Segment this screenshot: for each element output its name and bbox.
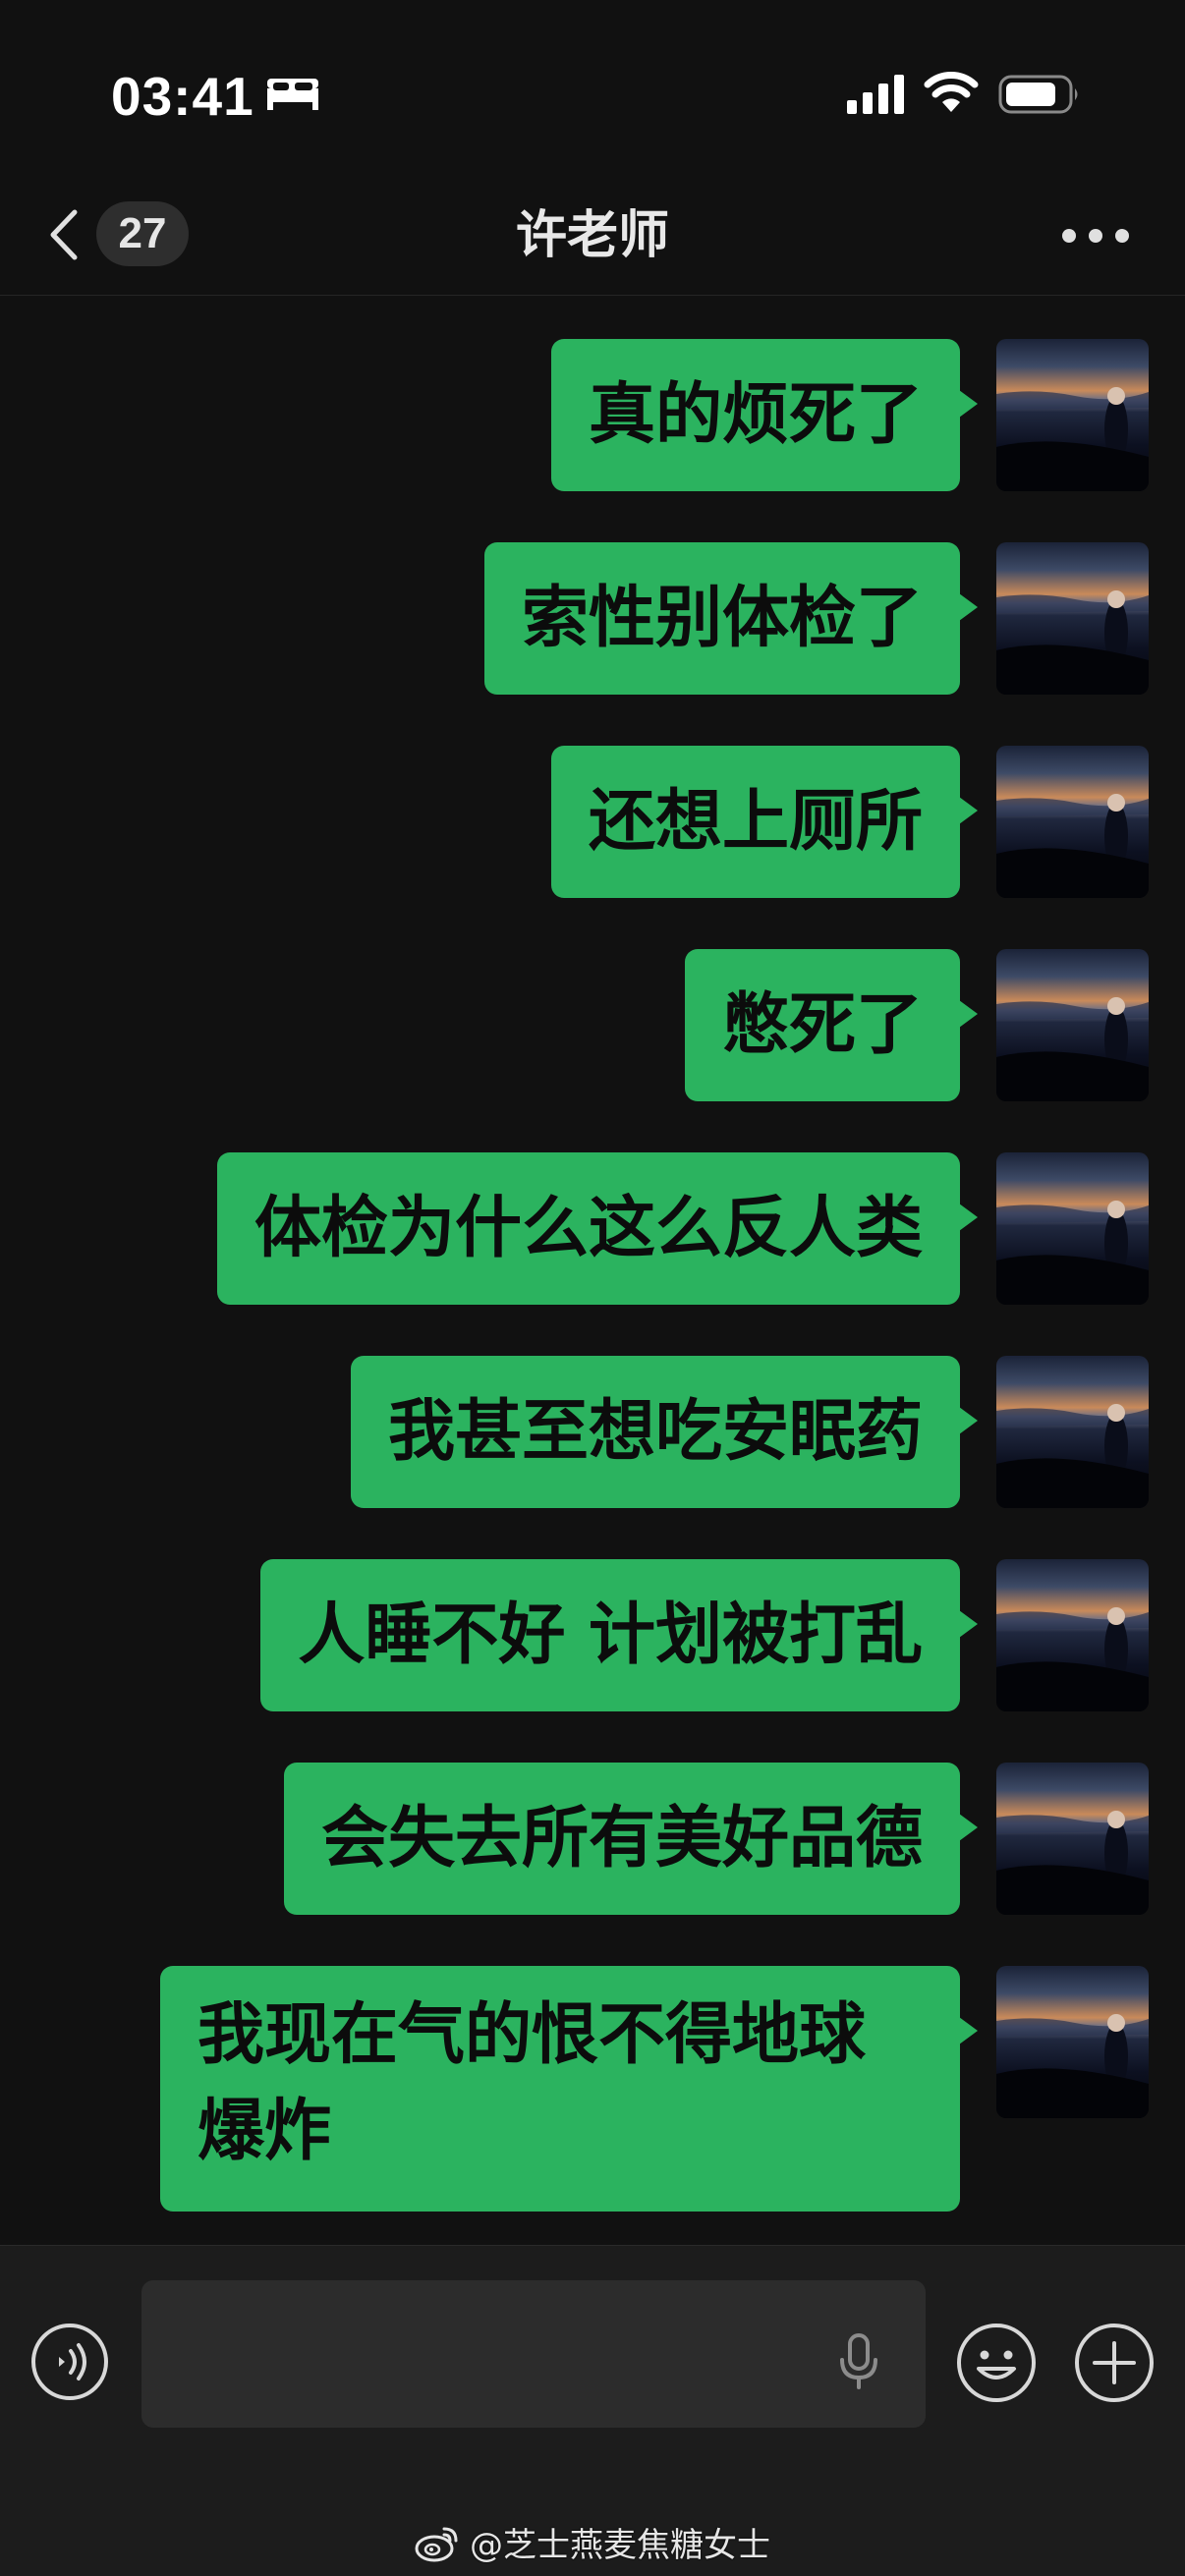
- message-bubble[interactable]: 索性别体检了: [483, 542, 979, 695]
- chat-screen: 03:41 许老师 27 真的烦死了 索性别体检了 还想上厕所 憋死了 体检为什…: [0, 0, 1185, 2576]
- bed-icon: [267, 79, 318, 110]
- back-button[interactable]: 27: [37, 195, 195, 273]
- message-row: 还想上厕所: [0, 746, 1185, 898]
- message-bubble[interactable]: 真的烦死了: [550, 339, 979, 491]
- chevron-left-icon: [50, 209, 78, 260]
- message-bubble[interactable]: 体检为什么这么反人类: [216, 1152, 979, 1305]
- avatar[interactable]: [996, 1559, 1149, 1711]
- message-list[interactable]: 真的烦死了 索性别体检了 还想上厕所 憋死了 体检为什么这么反人类 我甚至想吃安…: [0, 295, 1185, 2245]
- message-row: 会失去所有美好品德: [0, 1763, 1185, 1915]
- status-time: 03:41: [111, 66, 254, 127]
- emoji-button[interactable]: [955, 2322, 1038, 2404]
- more-options-button[interactable]: [1051, 204, 1140, 267]
- avatar[interactable]: [996, 542, 1149, 695]
- unread-count-badge: 27: [96, 201, 189, 266]
- avatar[interactable]: [996, 339, 1149, 491]
- battery-icon: [998, 75, 1078, 114]
- avatar[interactable]: [996, 1966, 1149, 2118]
- message-bubble[interactable]: 会失去所有美好品德: [283, 1763, 979, 1915]
- avatar[interactable]: [996, 1763, 1149, 1915]
- input-bar: [0, 2245, 1185, 2576]
- plus-circle-icon: [1075, 2324, 1154, 2402]
- message-row: 索性别体检了: [0, 542, 1185, 695]
- message-bubble[interactable]: 憋死了: [684, 949, 979, 1101]
- message-row: 我现在气的恨不得地球爆炸: [0, 1966, 1185, 2212]
- message-row: 真的烦死了: [0, 339, 1185, 491]
- message-bubble[interactable]: 我甚至想吃安眠药: [350, 1356, 979, 1508]
- message-row: 体检为什么这么反人类: [0, 1152, 1185, 1305]
- cellular-signal-icon: [847, 75, 904, 114]
- emoji-icon: [957, 2324, 1036, 2402]
- message-bubble[interactable]: 人睡不好 计划被打乱: [260, 1559, 978, 1711]
- voice-mode-icon: [31, 2324, 108, 2400]
- message-bubble[interactable]: 我现在气的恨不得地球爆炸: [160, 1966, 978, 2212]
- microphone-icon[interactable]: [837, 2332, 880, 2391]
- message-bubble[interactable]: 还想上厕所: [550, 746, 979, 898]
- avatar[interactable]: [996, 1152, 1149, 1305]
- avatar[interactable]: [996, 746, 1149, 898]
- message-input[interactable]: [141, 2280, 926, 2428]
- status-bar: 03:41: [0, 0, 1185, 177]
- wifi-icon: [924, 72, 979, 112]
- message-row: 憋死了: [0, 949, 1185, 1101]
- avatar[interactable]: [996, 949, 1149, 1101]
- message-row: 人睡不好 计划被打乱: [0, 1559, 1185, 1711]
- more-dots-icon: [1062, 229, 1129, 243]
- avatar[interactable]: [996, 1356, 1149, 1508]
- message-row: 我甚至想吃安眠药: [0, 1356, 1185, 1508]
- voice-mode-button[interactable]: [29, 2322, 110, 2402]
- chat-header: 许老师 27: [0, 177, 1185, 296]
- more-functions-button[interactable]: [1073, 2322, 1156, 2404]
